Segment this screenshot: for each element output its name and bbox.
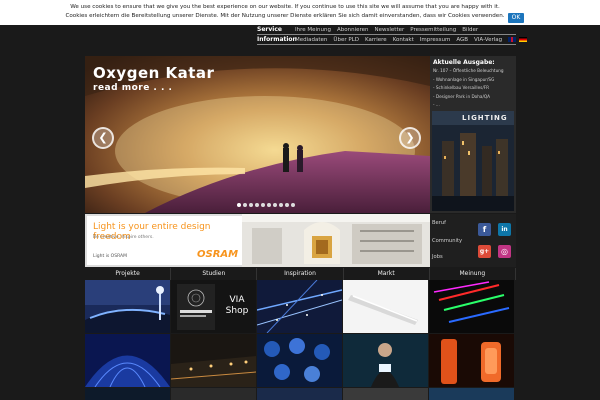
slider-pagination — [237, 203, 297, 207]
service-nav-label[interactable]: Service — [257, 26, 289, 33]
beruf-link[interactable]: Beruf — [432, 220, 446, 226]
issue-line: - ... — [433, 102, 440, 107]
markt-tile-2[interactable] — [343, 334, 428, 387]
nav-item-ueber-pld[interactable]: Über PLD — [333, 37, 359, 43]
slider-dot[interactable] — [249, 203, 253, 207]
tab-projekte[interactable]: Projekte — [85, 268, 172, 280]
cover-image — [432, 111, 514, 211]
slider-dot[interactable] — [261, 203, 265, 207]
nav-item-agb[interactable]: AGB — [456, 37, 468, 43]
blue-spheres-image — [257, 334, 342, 387]
cookie-text: We use cookies to ensure that we give yo… — [60, 3, 510, 20]
inspiration-tile-2[interactable] — [257, 334, 342, 387]
cover-logo: LIGHTING — [462, 114, 508, 122]
slider-dot[interactable] — [273, 203, 277, 207]
studien-tile-2[interactable] — [171, 334, 256, 387]
tab-studien[interactable]: Studien — [171, 268, 258, 280]
nav-item-mediadaten[interactable]: Mediadaten — [295, 37, 327, 43]
city-lights-image — [257, 280, 342, 333]
information-nav-label[interactable]: Information — [257, 36, 297, 43]
nav-item-newsletter[interactable]: Newsletter — [375, 27, 405, 33]
top-navigation: Service Ihre Meinung Abonnieren Newslett… — [0, 25, 600, 53]
bridge-night-image — [85, 280, 170, 333]
slider-next-button[interactable]: ❯ — [399, 127, 421, 149]
social-panel: Beruf Community Jobs f in g+ ◎ — [430, 214, 516, 267]
nav-item-abonnieren[interactable]: Abonnieren — [337, 27, 369, 33]
instagram-icon[interactable]: ◎ — [498, 245, 511, 258]
slider-dot[interactable] — [267, 203, 271, 207]
osram-ad-banner[interactable]: Light is your entire design freedom Be c… — [85, 214, 430, 267]
english-flag-icon[interactable] — [508, 37, 517, 42]
nav-item-bilder[interactable]: Bilder — [462, 27, 478, 33]
cookie-banner: We use cookies to ensure that we give yo… — [0, 0, 600, 25]
googleplus-icon[interactable]: g+ — [478, 245, 491, 258]
tile-row3-4[interactable] — [343, 388, 428, 400]
hero-slider[interactable]: Oxygen Katar read more . . . ❮ ❯ — [85, 56, 430, 213]
read-more-link[interactable]: read more . . . — [93, 83, 172, 93]
magazine-cover[interactable]: LIGHTING — [432, 111, 514, 211]
current-issue-title: Aktuelle Ausgabe: — [433, 59, 495, 66]
information-nav: Information Mediadaten Über PLD Karriere… — [257, 35, 530, 44]
studien-tile[interactable]: VIA Shop — [171, 280, 256, 333]
orange-objects-image — [429, 334, 514, 387]
german-flag-icon[interactable] — [519, 37, 528, 42]
night-street-image — [171, 334, 256, 387]
projekte-tile-2[interactable] — [85, 334, 170, 387]
slider-prev-button[interactable]: ❮ — [92, 127, 114, 149]
cookie-ok-button[interactable]: OK — [508, 13, 524, 23]
issue-line: - Schinkelbau Versailles/FR — [433, 85, 490, 90]
nav-divider-bottom — [257, 44, 516, 45]
nav-item-kontakt[interactable]: Kontakt — [393, 37, 414, 43]
issue-line: - Designer Park in Doha/QA — [433, 93, 491, 99]
tile-row3-1[interactable] — [85, 388, 170, 400]
category-tabs: Projekte Studien Inspiration Markt Meinu… — [85, 268, 516, 280]
service-nav: Service Ihre Meinung Abonnieren Newslett… — [257, 25, 484, 34]
ad-interior-image — [242, 214, 430, 267]
meinung-tile[interactable] — [429, 280, 514, 333]
slider-dot[interactable] — [291, 203, 295, 207]
blue-dome-image — [85, 334, 170, 387]
slider-title[interactable]: Oxygen Katar — [93, 64, 214, 82]
issue-line: Nr. 107 – Öffentliche Beleuchtung — [433, 68, 504, 73]
ad-subline: Be creative. Inspire others. — [93, 235, 154, 240]
tile-row3-5[interactable] — [429, 388, 514, 400]
projekte-tile[interactable] — [85, 280, 170, 333]
facebook-icon[interactable]: f — [478, 223, 491, 236]
tile-row3-2[interactable] — [171, 388, 256, 400]
inspiration-tile[interactable] — [257, 280, 342, 333]
tile-row3-3[interactable] — [257, 388, 342, 400]
markt-tile[interactable] — [343, 280, 428, 333]
colored-light-beams-image — [429, 280, 514, 333]
current-issue-panel: Aktuelle Ausgabe: Nr. 107 – Öffentliche … — [430, 56, 516, 213]
linear-luminaire-image — [343, 280, 428, 333]
tab-markt[interactable]: Markt — [344, 268, 430, 280]
cookie-text-de: Cookies erleichtern die Bereitstellung u… — [65, 12, 505, 19]
osram-ad-text-panel: Light is your entire design freedom Be c… — [87, 216, 242, 265]
community-link[interactable]: Community — [432, 238, 462, 244]
person-with-light-image — [343, 334, 428, 387]
slider-dot[interactable] — [237, 203, 241, 207]
slider-dot[interactable] — [279, 203, 283, 207]
slider-dot[interactable] — [255, 203, 259, 207]
ad-footer: Light is OSRAM — [93, 254, 127, 259]
nav-item-via-verlag[interactable]: VIA-Verlag — [474, 37, 502, 43]
cookie-text-en: We use cookies to ensure that we give yo… — [70, 4, 500, 10]
current-issue-contents: Nr. 107 – Öffentliche Beleuchtung - Wohn… — [433, 67, 504, 110]
linkedin-icon[interactable]: in — [498, 223, 511, 236]
tab-meinung[interactable]: Meinung — [430, 268, 516, 280]
nav-item-impressum[interactable]: Impressum — [420, 37, 451, 43]
nav-item-meinung[interactable]: Ihre Meinung — [295, 27, 331, 33]
osram-logo: OSRAM — [197, 249, 239, 260]
via-shop-label[interactable]: VIA Shop — [223, 295, 251, 317]
tab-inspiration[interactable]: Inspiration — [257, 268, 344, 280]
meinung-tile-2[interactable] — [429, 334, 514, 387]
issue-line: - Wohnanlage in Singapur/SG — [433, 76, 495, 82]
nav-item-karriere[interactable]: Karriere — [365, 37, 387, 43]
jobs-link[interactable]: Jobs — [432, 254, 443, 260]
slider-dot[interactable] — [243, 203, 247, 207]
nav-item-pressemitteilung[interactable]: Pressemitteilung — [410, 27, 456, 33]
slider-dot[interactable] — [285, 203, 289, 207]
